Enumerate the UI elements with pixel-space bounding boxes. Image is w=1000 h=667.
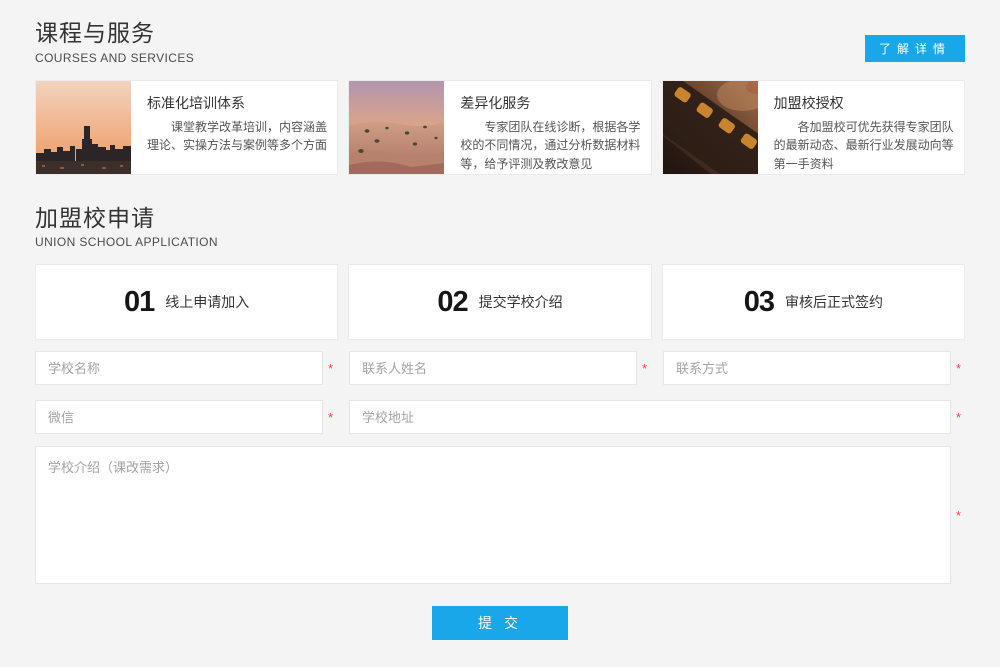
contact-method-input[interactable] — [663, 351, 951, 385]
step-label: 审核后正式签约 — [785, 292, 883, 312]
field-contact-name: * — [349, 351, 651, 385]
course-card-franchise: 加盟校授权 各加盟校可优先获得专家团队的最新动态、最新行业发展动向等第一手资料 — [662, 80, 965, 175]
card-description: 各加盟校可优先获得专家团队的最新动态、最新行业发展动向等第一手资料 — [774, 118, 954, 174]
step-submit-intro: 02 提交学校介绍 — [348, 264, 651, 340]
courses-subtitle: COURSES AND SERVICES — [35, 51, 965, 65]
required-marker: * — [638, 362, 651, 375]
courses-title: 课程与服务 — [35, 20, 965, 48]
application-form: * * * * * — [35, 351, 965, 640]
contact-name-input[interactable] — [349, 351, 637, 385]
application-steps: 01 线上申请加入 02 提交学校介绍 03 审核后正式签约 — [35, 264, 965, 340]
field-school-address: * — [349, 400, 965, 434]
course-cards: 标准化培训体系 课堂教学改革培训，内容涵盖理论、实操方法与案例等多个方面 — [35, 80, 965, 175]
submit-button[interactable]: 提交 — [432, 606, 568, 640]
step-apply-online: 01 线上申请加入 — [35, 264, 338, 340]
required-marker: * — [952, 411, 965, 424]
application-subtitle: UNION SCHOOL APPLICATION — [35, 235, 965, 249]
required-marker: * — [952, 509, 965, 522]
courses-header: 课程与服务 COURSES AND SERVICES 了解详情 — [35, 0, 965, 65]
school-name-input[interactable] — [35, 351, 323, 385]
field-school-name: * — [35, 351, 337, 385]
step-number: 02 — [437, 286, 467, 319]
field-school-intro: * — [35, 446, 965, 584]
card-title: 加盟校授权 — [774, 93, 954, 113]
school-intro-textarea[interactable] — [35, 446, 951, 584]
field-wechat: * — [35, 400, 337, 434]
step-label: 线上申请加入 — [165, 292, 249, 312]
required-marker: * — [324, 362, 337, 375]
card-title: 差异化服务 — [460, 93, 640, 113]
card-description: 课堂教学改革培训，内容涵盖理论、实操方法与案例等多个方面 — [147, 118, 327, 155]
card-title: 标准化培训体系 — [147, 93, 327, 113]
step-label: 提交学校介绍 — [479, 292, 563, 312]
required-marker: * — [324, 411, 337, 424]
required-marker: * — [952, 362, 965, 375]
course-card-service: 差异化服务 专家团队在线诊断，根据各学校的不同情况，通过分析数据材料等，给予评测… — [348, 80, 651, 175]
film-strip-image — [663, 81, 758, 174]
school-address-input[interactable] — [349, 400, 951, 434]
page: 课程与服务 COURSES AND SERVICES 了解详情 — [0, 0, 1000, 667]
wechat-input[interactable] — [35, 400, 323, 434]
city-skyline-image — [36, 81, 131, 174]
step-number: 03 — [744, 286, 774, 319]
field-contact-method: * — [663, 351, 965, 385]
learn-more-button[interactable]: 了解详情 — [865, 35, 965, 62]
course-card-training: 标准化培训体系 课堂教学改革培训，内容涵盖理论、实操方法与案例等多个方面 — [35, 80, 338, 175]
card-description: 专家团队在线诊断，根据各学校的不同情况，通过分析数据材料等，给予评测及教改意见 — [460, 118, 640, 174]
step-number: 01 — [124, 286, 154, 319]
desert-dunes-image — [349, 81, 444, 174]
step-sign-contract: 03 审核后正式签约 — [662, 264, 965, 340]
application-title: 加盟校申请 — [35, 205, 965, 233]
application-header: 加盟校申请 UNION SCHOOL APPLICATION — [35, 205, 965, 250]
